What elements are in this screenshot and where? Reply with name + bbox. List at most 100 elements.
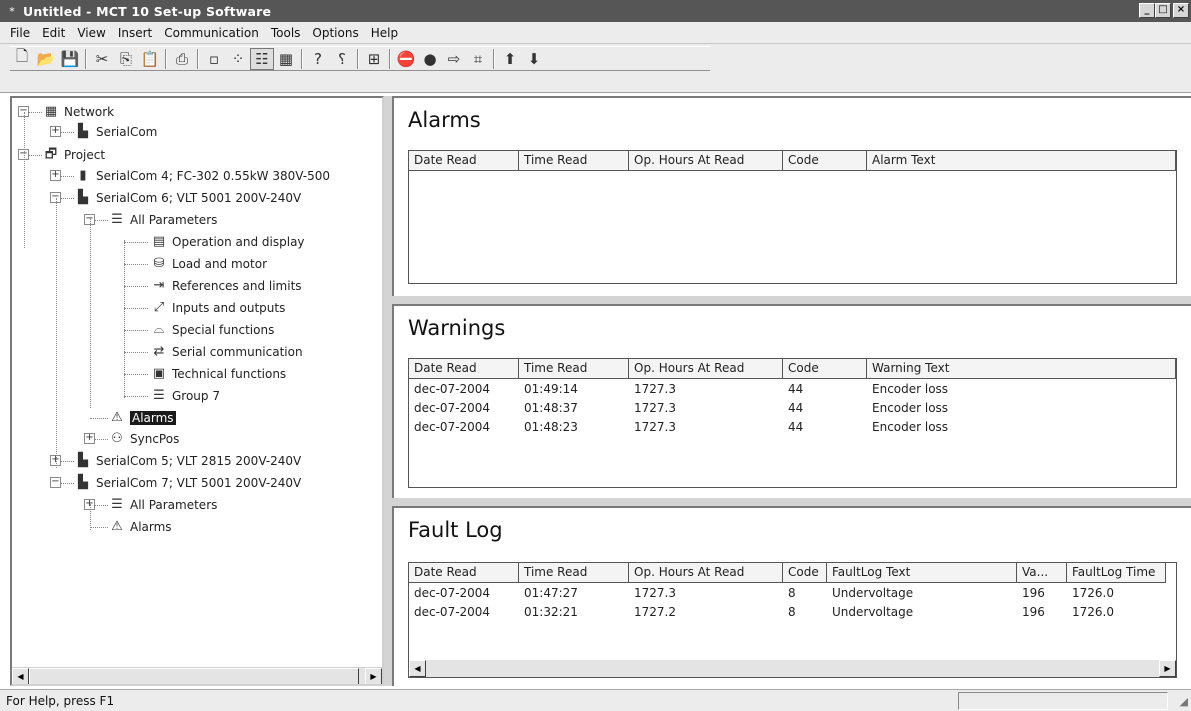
tree-connector — [90, 418, 108, 419]
alarms-table[interactable]: Date Read Time Read Op. Hours At Read Code A… — [408, 150, 1177, 284]
tree-item[interactable]: ☰ All Parameters — [108, 210, 217, 230]
tree-item[interactable]: ⚇ SyncPos — [108, 429, 179, 449]
table-cell: dec-07-2004 — [414, 605, 491, 619]
table-row[interactable]: dec-07-2004 01:49:14 1727.3 44 Encoder loss — [409, 380, 1176, 399]
menu-help[interactable]: Help — [365, 26, 404, 40]
expand-icon[interactable]: + — [50, 126, 61, 137]
tree-horizontal-scrollbar[interactable]: ◀ ▶ — [12, 667, 382, 684]
details-view-icon[interactable]: ▦ — [274, 48, 298, 70]
collapse-icon[interactable]: − — [50, 477, 61, 488]
arrow-down-icon[interactable]: ⬇ — [522, 48, 546, 70]
table-cell: 8 — [788, 605, 796, 619]
tree-item[interactable]: ▮ SerialCom 4; FC-302 0.55kW 380V-500 — [74, 166, 330, 186]
menu-view[interactable]: View — [71, 26, 111, 40]
tree-item[interactable]: ▦ Network — [42, 102, 114, 122]
small-icons-icon[interactable]: ⁘ — [226, 48, 250, 70]
column-header[interactable]: Warning Text — [867, 359, 1176, 379]
faultlog-table[interactable]: Date Read Time Read Op. Hours At Read Code F… — [408, 562, 1177, 678]
large-icons-icon[interactable]: ▫ — [202, 48, 226, 70]
context-help-icon[interactable]: ⸮ — [330, 48, 354, 70]
record-icon[interactable]: ● — [418, 48, 442, 70]
cut-icon[interactable]: ✂ — [90, 48, 114, 70]
tree-item[interactable]: 🗗 Project — [42, 145, 105, 165]
scroll-left-arrow[interactable]: ◀ — [12, 668, 29, 684]
new-document-icon[interactable]: 🗋 — [10, 47, 34, 70]
column-header[interactable]: Code — [783, 359, 867, 379]
menu-options[interactable]: Options — [306, 26, 364, 40]
column-header[interactable]: Date Read — [409, 359, 519, 379]
vertical-splitter[interactable] — [384, 96, 392, 686]
tree-item[interactable]: ⇥ References and limits — [150, 276, 302, 296]
column-header[interactable]: Time Read — [519, 563, 629, 583]
toolbar-separator — [493, 48, 495, 69]
mct-app-icon[interactable]: * — [3, 3, 21, 19]
scroll-right-arrow[interactable]: ▶ — [1159, 660, 1176, 677]
menu-edit[interactable]: Edit — [36, 26, 71, 40]
menu-tools[interactable]: Tools — [265, 26, 307, 40]
column-header[interactable]: Code — [783, 151, 867, 171]
tree-item[interactable]: ☰ Group 7 — [150, 386, 220, 406]
tree-item[interactable]: ▙ SerialCom 7; VLT 5001 200V-240V — [74, 473, 301, 493]
tree-item-label: SyncPos — [130, 432, 180, 446]
tree-item[interactable]: ▣ Technical functions — [150, 364, 286, 384]
table-row[interactable]: dec-07-2004 01:47:27 1727.3 8 Undervoltage 19… — [409, 584, 1176, 603]
table-row[interactable]: dec-07-2004 01:48:37 1727.3 44 Encoder loss — [409, 399, 1176, 418]
save-icon[interactable]: 💾 — [58, 48, 82, 70]
column-header[interactable]: Date Read — [409, 563, 519, 583]
print-icon[interactable]: ⎙ — [170, 48, 194, 70]
scroll-thumb[interactable] — [29, 668, 359, 684]
minimize-button[interactable]: _ — [1139, 3, 1155, 18]
column-header[interactable]: Date Read — [409, 151, 519, 171]
expand-icon[interactable]: + — [84, 433, 95, 444]
open-folder-icon[interactable]: 📂 — [34, 48, 58, 70]
arrow-up-icon[interactable]: ⬆ — [498, 48, 522, 70]
toolbar-separator — [301, 48, 303, 69]
scan-icon[interactable]: ⌗ — [466, 48, 490, 70]
menu-insert[interactable]: Insert — [112, 26, 158, 40]
column-header[interactable]: Va... — [1017, 563, 1067, 583]
help-icon[interactable]: ? — [306, 48, 330, 70]
column-header[interactable]: Op. Hours At Read — [629, 563, 783, 583]
column-header[interactable]: Code — [783, 563, 827, 583]
column-header[interactable]: Time Read — [519, 151, 629, 171]
maximize-button[interactable]: □ — [1155, 3, 1171, 18]
horizontal-splitter[interactable] — [392, 498, 1191, 506]
horizontal-splitter[interactable] — [392, 296, 1191, 304]
tree-item-label: Serial communication — [172, 345, 303, 359]
table-row[interactable]: dec-07-2004 01:32:21 1727.2 8 Undervoltage 19… — [409, 603, 1176, 622]
column-header[interactable]: Op. Hours At Read — [629, 359, 783, 379]
tree-item[interactable]: ⌓ Special functions — [150, 320, 274, 340]
menu-file[interactable]: File — [4, 26, 36, 40]
close-button[interactable]: × — [1173, 3, 1189, 18]
tree-item[interactable]: ☰ All Parameters — [108, 495, 217, 515]
faultlog-horizontal-scrollbar[interactable]: ◀ ▶ — [409, 660, 1176, 677]
resize-grip-icon[interactable]: ◢ — [1180, 695, 1188, 708]
paste-icon[interactable]: 📋 — [138, 48, 162, 70]
stop-icon[interactable]: ⛔ — [394, 48, 418, 70]
column-header[interactable]: FaultLog Text — [827, 563, 1017, 583]
expand-icon[interactable]: + — [50, 170, 61, 181]
table-row[interactable]: dec-07-2004 01:48:23 1727.3 44 Encoder loss — [409, 418, 1176, 437]
scroll-right-arrow[interactable]: ▶ — [365, 668, 382, 684]
tree-item[interactable]: ▤ Operation and display — [150, 232, 305, 252]
list-view-icon[interactable]: ☷ — [250, 47, 274, 70]
tree-item[interactable]: ⇄ Serial communication — [150, 342, 303, 362]
scroll-left-arrow[interactable]: ◀ — [409, 660, 426, 677]
project-tree[interactable]: ◀ ▶ − ▦ Network + ▙ SerialCom − 🗗 Project + ▮ Seria… — [10, 96, 384, 686]
column-header[interactable]: FaultLog Time — [1067, 563, 1166, 583]
tree-item[interactable]: ▙ SerialCom 5; VLT 2815 200V-240V — [74, 451, 301, 471]
column-header[interactable]: Time Read — [519, 359, 629, 379]
tree-item[interactable]: ▙ SerialCom — [74, 122, 157, 142]
tree-item[interactable]: ⛁ Load and motor — [150, 254, 267, 274]
warnings-table[interactable]: Date Read Time Read Op. Hours At Read Code W… — [408, 358, 1177, 488]
tree-item[interactable]: ⚠ Alarms — [108, 408, 176, 428]
tree-item[interactable]: ⚠ Alarms — [108, 517, 171, 537]
drive-icon[interactable]: ⊞ — [362, 48, 386, 70]
menu-communication[interactable]: Communication — [158, 26, 265, 40]
tree-item[interactable]: ▙ SerialCom 6; VLT 5001 200V-240V — [74, 188, 301, 208]
column-header[interactable]: Op. Hours At Read — [629, 151, 783, 171]
column-header[interactable]: Alarm Text — [867, 151, 1176, 171]
write-to-drive-icon[interactable]: ⇨ — [442, 48, 466, 70]
copy-icon[interactable]: ⎘ — [114, 48, 138, 70]
tree-item[interactable]: ⤢ Inputs and outputs — [150, 298, 286, 318]
